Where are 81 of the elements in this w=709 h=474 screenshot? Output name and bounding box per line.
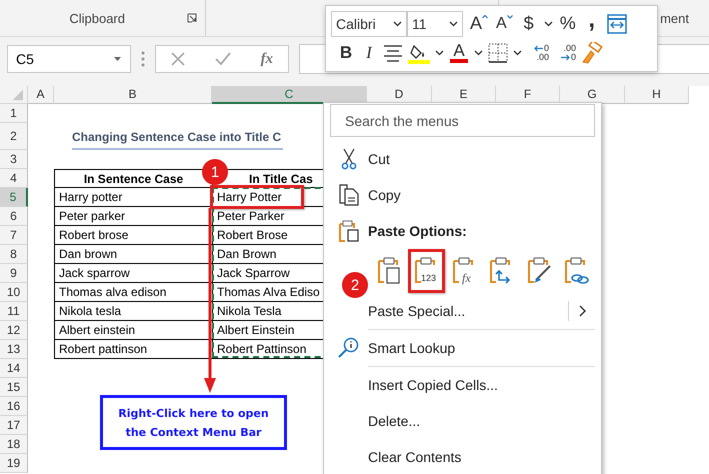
search-icon <box>338 337 360 359</box>
table-cell: Harry potter <box>54 188 212 207</box>
row-heading[interactable]: 13 <box>0 340 28 359</box>
row-heading[interactable]: 9 <box>0 264 28 283</box>
dialog-launcher-icon[interactable] <box>187 13 197 23</box>
row-heading[interactable]: 2 <box>0 123 28 150</box>
row-heading[interactable]: 19 <box>0 454 28 473</box>
font-color-button[interactable]: A <box>449 41 469 66</box>
row-heading[interactable]: 15 <box>0 378 28 397</box>
column-heading[interactable]: B <box>54 86 212 104</box>
left-arrow-icon <box>534 45 543 52</box>
name-box[interactable]: C5 <box>7 45 131 73</box>
group-label: Clipboard <box>69 10 125 26</box>
caret-icon[interactable] <box>544 20 553 27</box>
check-icon[interactable] <box>214 52 231 66</box>
clipboard-numbers-icon[interactable]: 123 <box>408 249 445 293</box>
row-heading[interactable]: 18 <box>0 435 28 454</box>
sheet-title: Changing Sentence Case into Title C <box>72 130 284 150</box>
column-heading[interactable]: H <box>625 86 689 104</box>
bold-button[interactable]: B <box>337 41 355 66</box>
menu-item[interactable]: Insert Copied Cells... <box>330 367 595 403</box>
decrease-decimal-button[interactable]: 0 .00 <box>527 44 549 62</box>
row-heading[interactable]: 1 <box>0 104 28 123</box>
step-badge: 1 <box>202 159 228 185</box>
caret-down-icon <box>506 14 513 19</box>
row-heading[interactable]: 3 <box>0 150 28 169</box>
menu-heading: Paste Options: <box>368 223 467 239</box>
table-cell: Robert brose <box>54 226 212 245</box>
row-heading[interactable]: 17 <box>0 416 28 435</box>
row-heading[interactable]: 4 <box>0 169 28 188</box>
search-field[interactable]: Search the menus <box>330 104 595 137</box>
right-arrow-icon <box>560 54 570 62</box>
table-cell: Jack sparrow <box>54 264 212 283</box>
row-heading[interactable]: 14 <box>0 359 28 378</box>
copy-icon <box>339 184 359 206</box>
wrap-text-icon[interactable] <box>606 14 627 34</box>
currency-button[interactable]: $ <box>520 12 538 36</box>
row-heading[interactable]: 6 <box>0 207 28 226</box>
grip-icon[interactable] <box>141 51 145 67</box>
column-heading[interactable]: A <box>28 86 54 104</box>
percent-button[interactable]: % <box>558 12 577 36</box>
row-heading[interactable]: 5 <box>0 188 28 207</box>
size-dropdown[interactable]: 11 <box>407 10 463 37</box>
caret-icon[interactable] <box>474 50 483 56</box>
menu-item[interactable]: Delete... <box>330 403 595 439</box>
caret-icon[interactable] <box>435 50 444 56</box>
italic-button[interactable]: I <box>360 41 378 66</box>
menu-item[interactable]: Clear Contents <box>330 439 595 474</box>
caret-up-icon <box>482 14 488 19</box>
scissors-icon <box>341 148 357 170</box>
row-heading[interactable]: 16 <box>0 397 28 416</box>
row-heading[interactable]: 10 <box>0 283 28 302</box>
row-heading[interactable]: 8 <box>0 245 28 264</box>
clipboard-icon <box>339 220 359 242</box>
row-heading[interactable]: 7 <box>0 226 28 245</box>
table-cell: Nikola tesla <box>54 302 212 321</box>
group-label: ment <box>660 10 689 26</box>
row-heading[interactable]: 12 <box>0 321 28 340</box>
table-cell: Albert einstein <box>54 321 212 340</box>
row-heading[interactable]: 11 <box>0 302 28 321</box>
insert-function-button[interactable]: fx <box>260 50 274 68</box>
comma-style-button[interactable]: , <box>582 12 601 36</box>
paintbrush-icon[interactable] <box>581 42 603 64</box>
grow-font-button[interactable]: A <box>469 12 490 36</box>
increase-decimal-button[interactable]: .00 0 <box>554 44 576 62</box>
caret-icon[interactable] <box>513 50 522 56</box>
column-heading[interactable]: G <box>560 86 625 104</box>
font-dropdown[interactable]: Calibri <box>331 10 407 37</box>
table-cell: Thomas alva edison <box>54 283 212 302</box>
borders-icon[interactable] <box>488 43 508 64</box>
shrink-font-button[interactable]: A <box>495 12 514 36</box>
column-heading[interactable]: C <box>212 86 367 104</box>
table-cell: Dan brown <box>54 245 212 264</box>
callout-note: Right-Click here to open the Context Menu Bar <box>100 395 287 450</box>
fill-bucket-icon[interactable] <box>408 42 430 64</box>
caret-icon[interactable] <box>449 20 458 27</box>
chevron-right-icon <box>579 305 587 317</box>
align-center-icon[interactable] <box>383 44 403 62</box>
table-cell: Peter parker <box>54 207 212 226</box>
caret-icon[interactable] <box>393 20 402 27</box>
table-cell: Robert pattinson <box>54 340 212 359</box>
